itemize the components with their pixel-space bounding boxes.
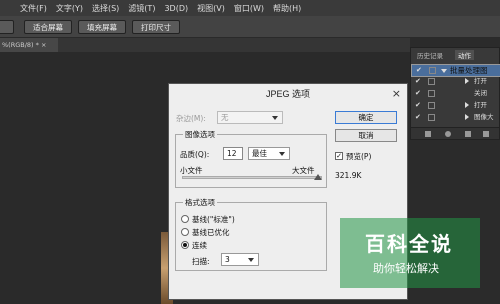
scans-label: 扫描: [192,257,210,266]
quality-input[interactable]: 12 [223,147,243,160]
quality-preset-select[interactable]: 最佳 [248,147,290,160]
preview-checkbox[interactable]: ✓ [335,152,343,160]
check-icon[interactable]: ✔ [415,113,421,121]
scans-value: 3 [225,255,230,264]
watermark-logo: 百科全说 助你轻松解决 [340,218,480,288]
new-action-icon[interactable] [483,131,489,137]
small-file-label: 小文件 [180,166,203,175]
print-size-button[interactable]: 打印尺寸 [132,20,180,34]
check-icon[interactable]: ✔ [416,66,422,74]
action-step-label: 打开 [474,101,487,109]
fill-screen-button[interactable]: 填充屏幕 [78,20,126,34]
watermark-title: 百科全说 [365,232,453,256]
expand-right-icon[interactable] [465,114,469,120]
menu-bar: 文件(F) 文字(Y) 选择(S) 滤镜(T) 3D(D) 视图(V) 窗口(W… [0,0,500,16]
options-bar: 适合屏幕 填充屏幕 打印尺寸 [0,16,500,38]
check-icon[interactable]: ✔ [415,101,421,109]
radio-progressive[interactable] [181,241,189,249]
watermark-subtitle: 助你轻松解决 [373,262,439,275]
action-set-label: 批量处理图 [450,66,488,75]
dialog-title: JPEG 选项 [265,88,310,99]
quality-slider-track[interactable] [182,176,322,179]
dialog-toggle-box[interactable] [428,78,435,85]
baseline-standard-label: 基线("标准") [192,215,235,224]
stop-icon[interactable] [425,131,431,137]
quality-preset-value: 最佳 [252,149,267,158]
cancel-button[interactable]: 取消 [335,129,397,142]
radio-baseline-optimized[interactable] [181,228,189,236]
tab-history[interactable]: 历史记录 [414,50,446,60]
tab-actions[interactable]: 动作 [455,50,474,60]
image-options-group: 图像选项 品质(Q): 12 最佳 小文件 大文件 [175,129,327,188]
ok-button[interactable]: 确定 [335,111,397,124]
menu-type[interactable]: 文字(Y) [56,3,83,14]
dialog-toggle-box[interactable] [428,90,435,97]
panel-footer [411,127,499,139]
scans-select[interactable]: 3 [221,253,259,266]
actions-panel: 历史记录 动作 ✔ 批量处理图 ✔ 打开 ✔ 关闭 ✔ 打开 ✔ 图像大 [410,47,500,140]
record-icon[interactable] [445,131,451,137]
menu-file[interactable]: 文件(F) [20,3,47,14]
menu-3d[interactable]: 3D(D) [164,4,188,13]
expand-right-icon[interactable] [465,78,469,84]
close-icon[interactable]: × [392,87,401,100]
menu-window[interactable]: 窗口(W) [234,3,264,14]
action-step-row[interactable]: ✔ 关闭 [411,88,500,99]
matte-value: 无 [221,113,229,122]
large-file-label: 大文件 [292,166,315,175]
fit-screen-button[interactable]: 适合屏幕 [24,20,72,34]
menu-filter[interactable]: 滤镜(T) [128,3,155,14]
play-icon[interactable] [465,131,471,137]
action-step-row[interactable]: ✔ 图像大 [411,112,500,123]
progressive-label: 连续 [192,241,207,250]
menu-view[interactable]: 视图(V) [197,3,225,14]
menu-help[interactable]: 帮助(H) [273,3,301,14]
image-options-title: 图像选项 [183,129,217,140]
chevron-down-icon [279,152,285,156]
action-step-row[interactable]: ✔ 打开 [411,76,500,87]
file-size-readout: 321.9K [335,171,362,180]
action-step-label: 关闭 [474,89,487,97]
check-icon[interactable]: ✔ [415,77,421,85]
check-icon[interactable]: ✔ [415,89,421,97]
dialog-toggle-box[interactable] [428,114,435,121]
dialog-toggle-box[interactable] [428,102,435,109]
menu-select[interactable]: 选择(S) [92,3,119,14]
baseline-optimized-label: 基线已优化 [192,228,230,237]
format-options-group: 格式选项 基线("标准") 基线已优化 连续 扫描: 3 [175,197,327,271]
radio-baseline-standard[interactable] [181,215,189,223]
expand-right-icon[interactable] [465,102,469,108]
action-step-row[interactable]: ✔ 打开 [411,100,500,111]
dialog-toggle-box[interactable] [429,67,436,74]
action-step-label: 打开 [474,77,487,85]
action-step-label: 图像大 [474,113,494,121]
expand-down-icon[interactable] [441,69,447,73]
chevron-down-icon [272,116,278,120]
matte-select[interactable]: 无 [217,111,283,124]
quality-label: 品质(Q): [180,150,210,159]
preview-label: 预览(P) [346,152,372,161]
quality-slider-thumb[interactable] [314,174,322,180]
document-tab-bar: %(RGB/8) * × [0,38,410,52]
format-options-title: 格式选项 [183,197,217,208]
chevron-down-icon [248,258,254,262]
document-tab[interactable]: %(RGB/8) * × [0,38,58,52]
matte-label: 杂边(M): [176,114,206,123]
options-button-partial[interactable] [0,20,14,34]
